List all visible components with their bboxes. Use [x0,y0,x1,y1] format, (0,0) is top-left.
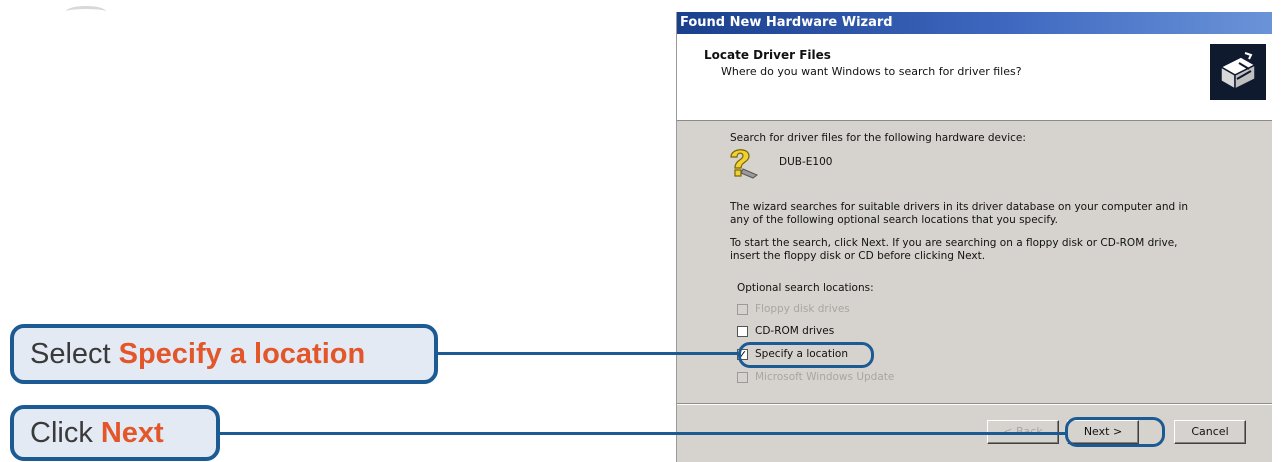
select-callout-prefix: Select [30,337,111,370]
specify-location-highlight [738,342,874,368]
unknown-device-icon [725,145,761,181]
description-line-1: The wizard searches for suitable drivers… [730,201,1189,213]
select-callout: Select Specify a location [10,324,438,384]
wizard-titlebar: Found New Hardware Wizard [677,12,1272,34]
windows-update-checkbox[interactable] [737,371,748,383]
next-button-highlight [1065,417,1165,447]
cdrom-label: CD-ROM drives [755,325,835,337]
select-callout-highlight: Specify a location [118,337,366,370]
wizard-window: Found New Hardware Wizard Locate Driver … [676,12,1272,462]
click-callout: Click Next [10,405,220,461]
optional-locations-label: Optional search locations: [737,282,874,294]
floppy-option[interactable]: Floppy disk drives [737,301,850,317]
windows-update-option[interactable]: Microsoft Windows Update [737,369,894,385]
header-subtitle: Where do you want Windows to search for … [721,65,1022,78]
floppy-checkbox[interactable] [737,303,748,315]
hardware-wizard-icon [1210,44,1266,100]
cdrom-option[interactable]: CD-ROM drives [737,323,834,339]
cdrom-checkbox[interactable] [737,325,748,337]
decorative-arc [66,6,106,17]
click-connector-line [218,432,1066,435]
instruction-line-2: insert the floppy disk or CD before clic… [730,250,986,262]
instruction-line-1: To start the search, click Next. If you … [730,237,1178,249]
floppy-label: Floppy disk drives [755,303,850,315]
description-line-2: any of the following optional search loc… [730,214,1058,226]
header-title: Locate Driver Files [704,48,831,62]
wizard-header: Locate Driver Files Where do you want Wi… [677,34,1272,121]
click-callout-highlight: Next [100,416,164,449]
search-label: Search for driver files for the followin… [730,132,1026,144]
windows-update-label: Microsoft Windows Update [755,371,895,383]
device-name: DUB-E100 [779,156,833,168]
select-connector-line [436,352,739,355]
button-separator [677,403,1272,405]
cancel-button[interactable]: Cancel [1174,420,1246,444]
click-callout-prefix: Click [30,416,93,449]
